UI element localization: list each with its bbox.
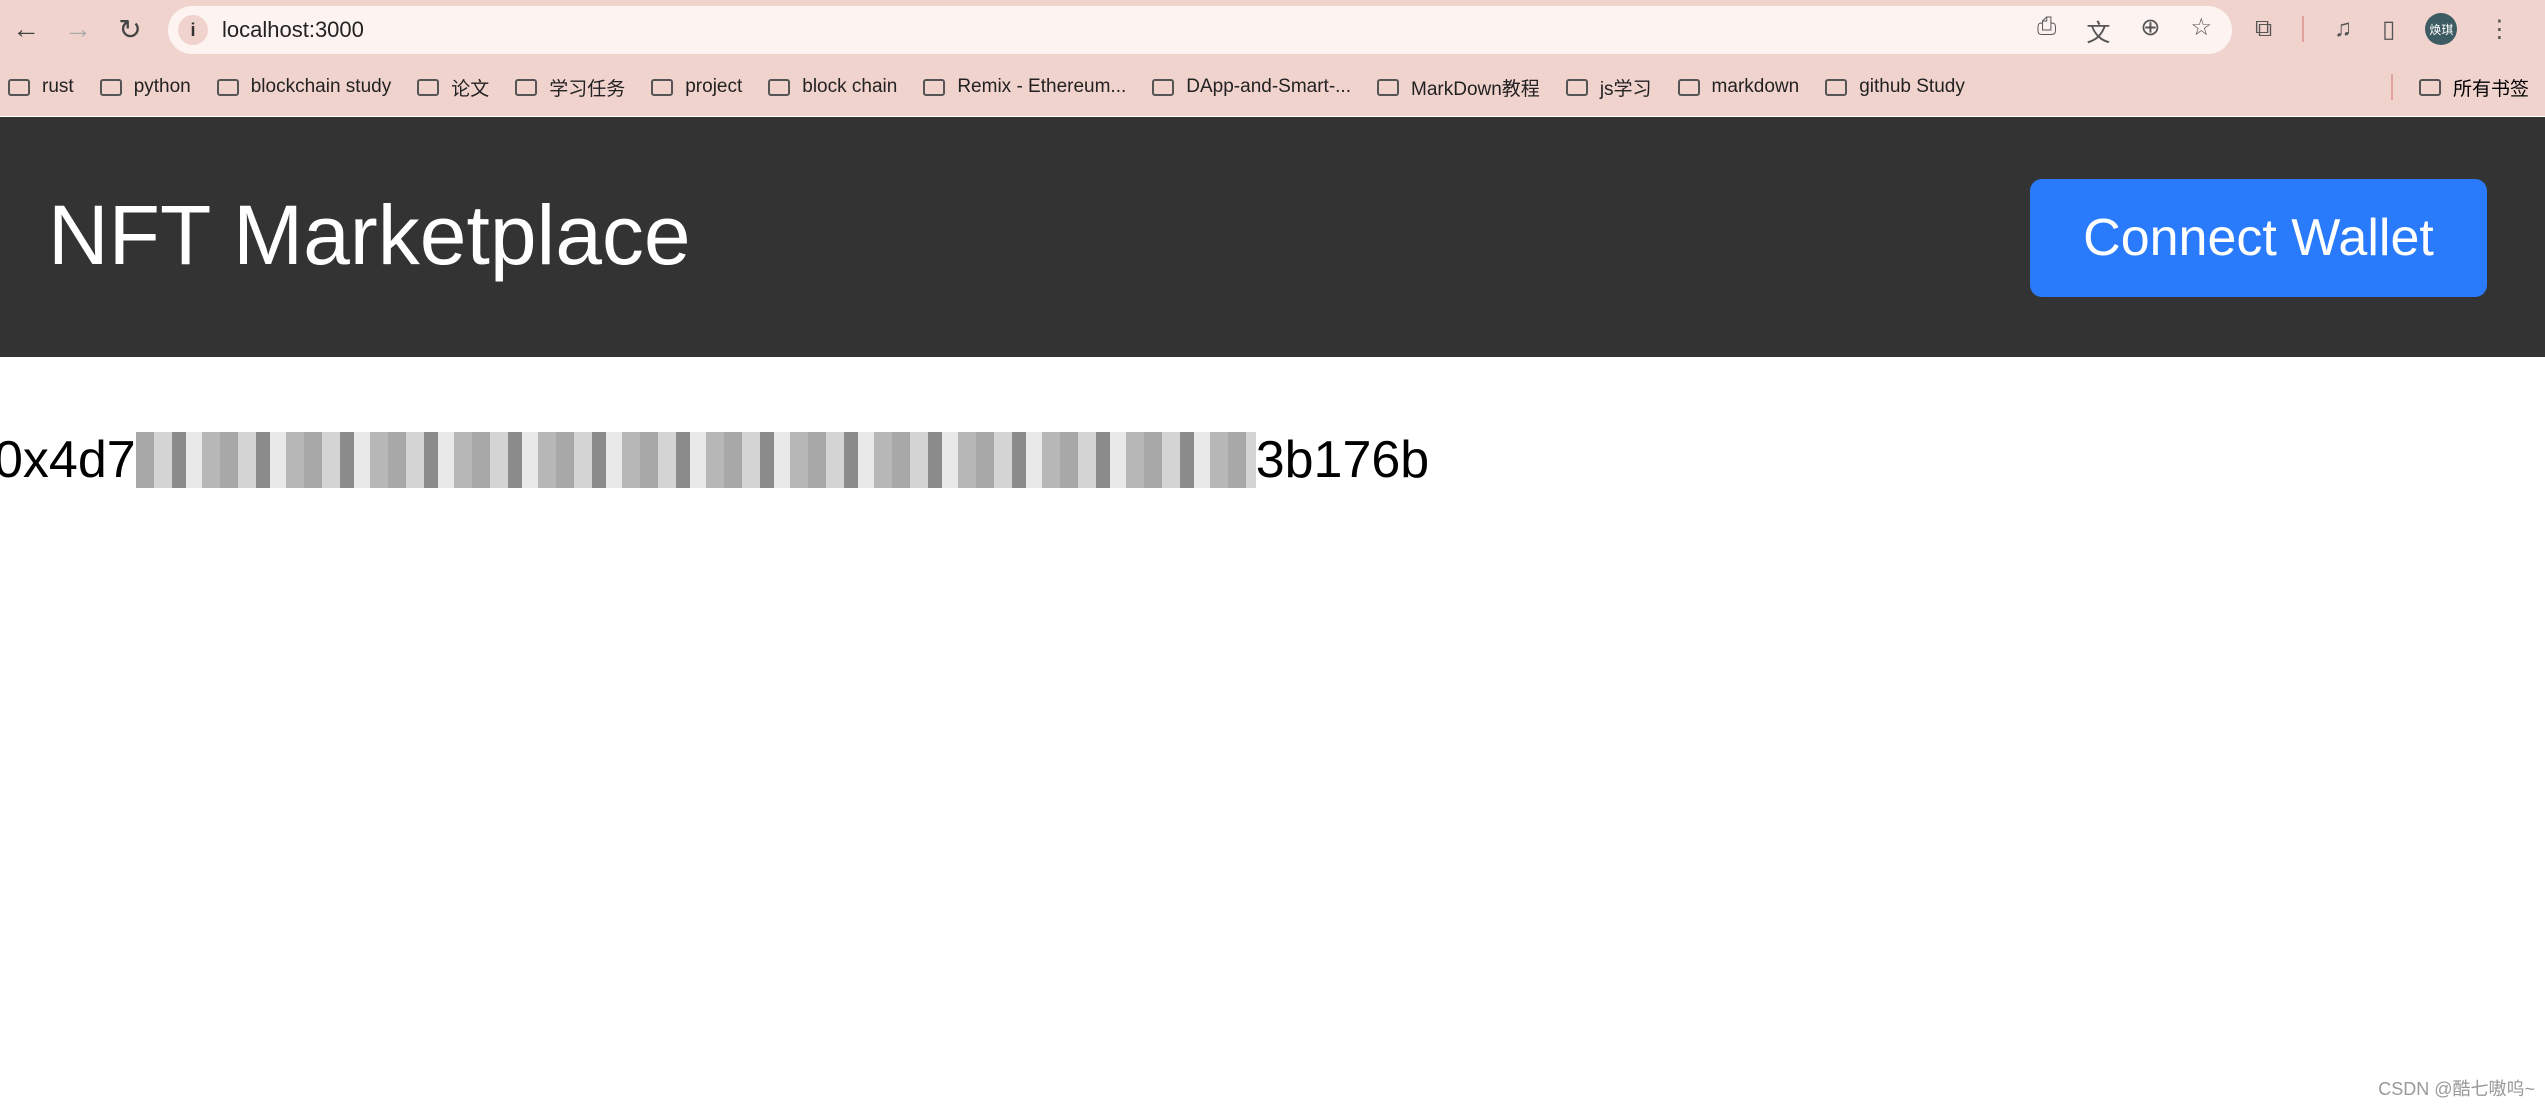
connect-wallet-button[interactable]: Connect Wallet <box>2030 179 2487 297</box>
sidepanel-icon[interactable]: ▯ <box>2382 15 2395 44</box>
bookmark-item[interactable]: rust <box>8 76 74 98</box>
folder-icon <box>99 78 122 96</box>
avatar[interactable]: 焕琪 <box>2425 13 2458 45</box>
folder-icon <box>1825 78 1848 96</box>
zoom-icon[interactable]: ⊕ <box>2140 13 2160 48</box>
folder-icon <box>216 78 239 96</box>
bookmarks-bar: rust python blockchain study 论文 学习任务 project b… <box>0 58 2545 116</box>
watermark: CSDN @酷七嗷呜~ <box>2378 1079 2535 1099</box>
bookmark-item[interactable]: MarkDown教程 <box>1377 74 1540 101</box>
bookmark-item[interactable]: 论文 <box>417 74 489 101</box>
bookmark-item[interactable]: DApp-and-Smart-... <box>1152 76 1351 98</box>
folder-icon <box>768 78 791 96</box>
bookmark-item[interactable]: project <box>651 76 742 98</box>
bookmark-item[interactable]: js学习 <box>1565 74 1652 101</box>
divider <box>2302 16 2305 42</box>
bookmark-item[interactable]: python <box>99 76 191 98</box>
page-title: NFT Marketplace <box>48 188 691 282</box>
back-icon[interactable]: ← <box>0 13 52 45</box>
folder-icon <box>515 78 538 96</box>
url-text[interactable]: localhost:3000 <box>222 17 364 43</box>
folder-icon <box>2418 78 2441 96</box>
info-icon[interactable]: i <box>178 15 208 45</box>
wallet-address: 0x4d7 3b176b <box>0 431 1430 489</box>
app-header: NFT Marketplace Connect Wallet <box>0 117 2545 357</box>
folder-icon <box>1565 78 1588 96</box>
bookmark-item[interactable]: block chain <box>768 76 897 98</box>
folder-icon <box>1152 78 1175 96</box>
install-icon[interactable]: ⎙ <box>2037 13 2056 48</box>
bookmark-item[interactable]: blockchain study <box>216 76 391 98</box>
bookmark-item[interactable]: 学习任务 <box>515 74 625 101</box>
extensions-icon[interactable]: ⧉ <box>2255 15 2272 43</box>
bookmark-item[interactable]: Remix - Ethereum... <box>923 76 1126 98</box>
all-bookmarks[interactable]: 所有书签 <box>2390 74 2529 101</box>
star-icon[interactable]: ☆ <box>2190 13 2212 48</box>
pixelated-redaction <box>135 432 1256 488</box>
translate-icon[interactable]: 文 <box>2086 13 2110 48</box>
forward-icon[interactable]: → <box>52 13 104 45</box>
bookmark-item[interactable]: markdown <box>1677 76 1799 98</box>
folder-icon <box>417 78 440 96</box>
folder-icon <box>1377 78 1399 96</box>
media-icon[interactable]: ♫ <box>2334 15 2352 43</box>
folder-icon <box>1677 78 1700 96</box>
folder-icon <box>651 78 674 96</box>
menu-icon[interactable]: ⋮ <box>2487 15 2511 44</box>
reload-icon[interactable]: ↻ <box>104 13 156 46</box>
address-bar[interactable]: i localhost:3000 ⎙ 文 ⊕ ☆ <box>168 6 2232 54</box>
folder-icon <box>923 78 946 96</box>
folder-icon <box>8 78 30 96</box>
bookmark-item[interactable]: github Study <box>1825 76 1965 98</box>
